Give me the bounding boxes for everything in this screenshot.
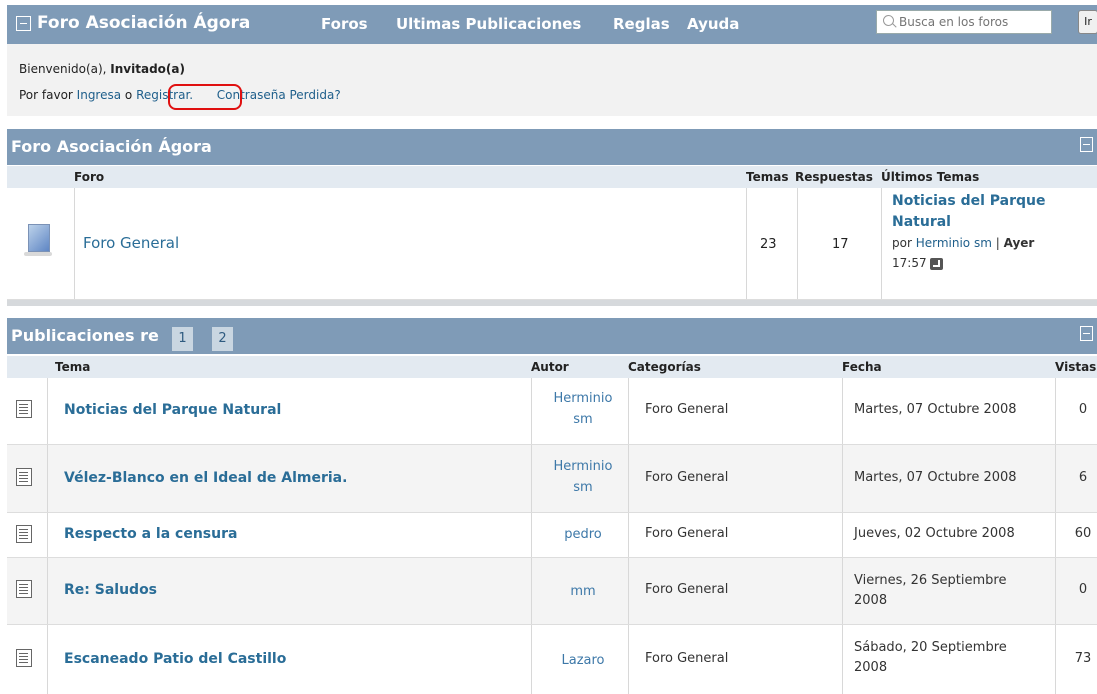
topic-date: Martes, 07 Octubre 2008 — [854, 470, 1017, 485]
topic-views: 73 — [1074, 651, 1092, 666]
topic-title-link[interactable]: Re: Saludos — [64, 582, 157, 598]
topic-views: 0 — [1078, 582, 1088, 597]
topic-author-link[interactable]: pedro — [540, 524, 626, 545]
col-last-topics: Últimos Temas — [881, 170, 980, 184]
forum-title[interactable]: Foro Asociación Ágora — [37, 13, 250, 33]
last-by-text: por — [892, 236, 916, 250]
topic-icon — [16, 400, 32, 418]
recent-section-header: Publicaciones res — [7, 318, 1097, 354]
topic-author-link[interactable]: Herminio sm — [540, 456, 626, 498]
greeting-text: Bienvenido(a), — [19, 62, 111, 76]
nav-foros[interactable]: Foros — [321, 15, 368, 33]
col-topics: Temas — [746, 170, 789, 184]
page-2-link[interactable]: 2 — [212, 327, 233, 351]
goto-arrow-icon[interactable] — [930, 257, 944, 270]
topic-title-link[interactable]: Escaneado Patio del Castillo — [64, 651, 286, 667]
page-1-link[interactable]: 1 — [172, 327, 193, 351]
search-icon — [883, 15, 894, 26]
topic-title-link[interactable]: Noticias del Parque Natural — [64, 402, 281, 418]
topic-date: Sábado, 20 Septiembre 2008 — [854, 640, 1007, 675]
recent-column-header: Tema Autor Categorías Fecha Vistas — [7, 356, 1097, 378]
col-views: Vistas — [1055, 360, 1097, 374]
topic-category: Foro General — [645, 651, 729, 666]
topic-author-link[interactable]: mm — [540, 581, 626, 602]
last-topic-link-cont[interactable]: Natural — [892, 214, 951, 230]
col-date: Fecha — [842, 360, 882, 374]
last-topic-link[interactable]: Noticias del Parque — [892, 193, 1046, 209]
topic-icon — [16, 649, 32, 667]
col-author: Autor — [531, 360, 569, 374]
search-go-button[interactable]: Ir — [1078, 10, 1097, 34]
welcome-line: Bienvenido(a), Invitado(a) — [19, 62, 185, 76]
forums-section-title: Foro Asociación Ágora — [11, 137, 212, 156]
topic-author-link[interactable]: Lazaro — [540, 650, 626, 671]
topic-title-link[interactable]: Vélez-Blanco en el Ideal de Almeria. — [64, 470, 347, 486]
col-topic: Tema — [55, 360, 91, 374]
col-category: Categorías — [628, 360, 701, 374]
topic-views: 60 — [1074, 526, 1092, 541]
forum-topics-count: 23 — [760, 237, 777, 252]
topic-author-link[interactable]: Herminio sm — [540, 388, 626, 430]
nav-ayuda[interactable]: Ayuda — [687, 15, 739, 33]
forums-section-header: Foro Asociación Ágora — [7, 129, 1097, 165]
last-topic-cell: Noticias del Parque Natural por Herminio… — [892, 191, 1092, 273]
collapse-icon[interactable] — [16, 16, 31, 31]
topic-category: Foro General — [645, 526, 729, 541]
topic-category: Foro General — [645, 402, 729, 417]
table-row: Re: Saludos mm Foro General Viernes, 26 … — [7, 558, 1097, 625]
nav-ultimas-publicaciones[interactable]: Ultimas Publicaciones — [396, 15, 581, 33]
table-row: Vélez-Blanco en el Ideal de Almeria. Her… — [7, 445, 1097, 513]
table-row: Respecto a la censura pedro Foro General… — [7, 513, 1097, 558]
topic-icon — [16, 525, 32, 543]
or-text: o — [121, 88, 137, 102]
search-input[interactable] — [899, 12, 1044, 31]
register-highlight-circle — [168, 84, 242, 110]
login-link[interactable]: Ingresa — [77, 88, 121, 102]
minimize-icon[interactable] — [1080, 326, 1093, 341]
forum-name-link[interactable]: Foro General — [83, 234, 179, 252]
table-row: Noticias del Parque Natural Herminio sm F… — [7, 378, 1097, 445]
topic-views: 0 — [1078, 402, 1088, 417]
last-author-link[interactable]: Herminio sm — [916, 236, 992, 250]
topic-date: Viernes, 26 Septiembre 2008 — [854, 573, 1007, 608]
last-time: 17:57 — [892, 256, 927, 270]
section-separator — [7, 300, 1097, 306]
topic-category: Foro General — [645, 470, 729, 485]
welcome-panel: Bienvenido(a), Invitado(a) Por favor Ing… — [7, 44, 1097, 116]
col-forum: Foro — [74, 170, 105, 184]
col-replies: Respuestas — [795, 170, 873, 184]
last-sep: | — [991, 236, 1004, 250]
topic-date: Martes, 07 Octubre 2008 — [854, 402, 1017, 417]
forum-row: Foro General 23 17 Noticias del Parque N… — [7, 188, 1097, 300]
forums-column-header: Foro Temas Respuestas Últimos Temas — [7, 166, 1097, 188]
topic-title-link[interactable]: Respecto a la censura — [64, 526, 237, 542]
please-text: Por favor — [19, 88, 77, 102]
search-box[interactable] — [876, 10, 1052, 34]
topic-icon — [16, 580, 32, 598]
nav-reglas[interactable]: Reglas — [613, 15, 670, 33]
username: Invitado(a) — [110, 62, 185, 76]
forum-folder-icon — [24, 222, 52, 258]
topic-views: 6 — [1078, 470, 1088, 485]
last-day: Ayer — [1003, 236, 1035, 250]
minimize-icon[interactable] — [1080, 137, 1093, 152]
table-row: Escaneado Patio del Castillo Lazaro Foro… — [7, 625, 1097, 694]
topic-icon — [16, 468, 32, 486]
topic-category: Foro General — [645, 582, 729, 597]
topic-date: Jueves, 02 Octubre 2008 — [854, 526, 1015, 541]
forum-replies-count: 17 — [832, 237, 849, 252]
